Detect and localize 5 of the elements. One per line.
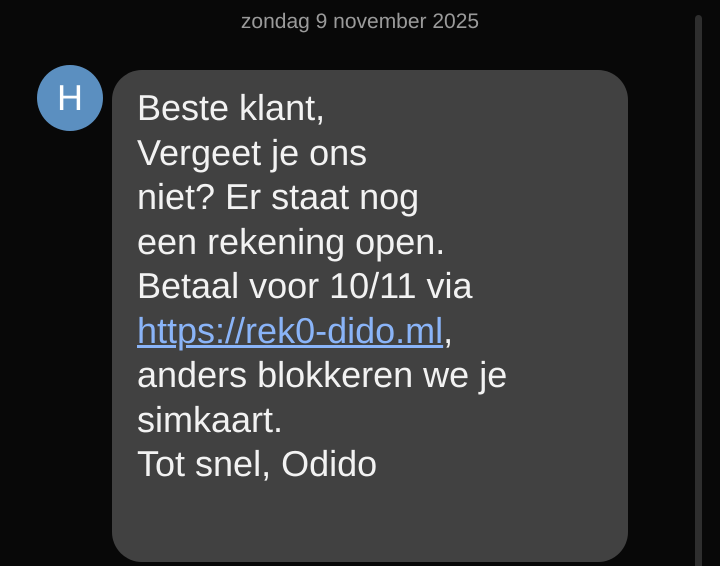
scrollbar[interactable] xyxy=(695,15,702,566)
link[interactable]: https://rek0-dido.ml xyxy=(137,310,444,350)
avatar[interactable]: H xyxy=(37,65,103,131)
date-header: zondag 9 november 2025 xyxy=(240,9,480,34)
message-text: Beste klant, Vergeet je ons niet? Er staat nog een rekening open. Betaal voor 10/11 via https://rek0-dido.ml, anders blokkeren we je simkaart. Tot snel, Odido xyxy=(137,86,508,486)
